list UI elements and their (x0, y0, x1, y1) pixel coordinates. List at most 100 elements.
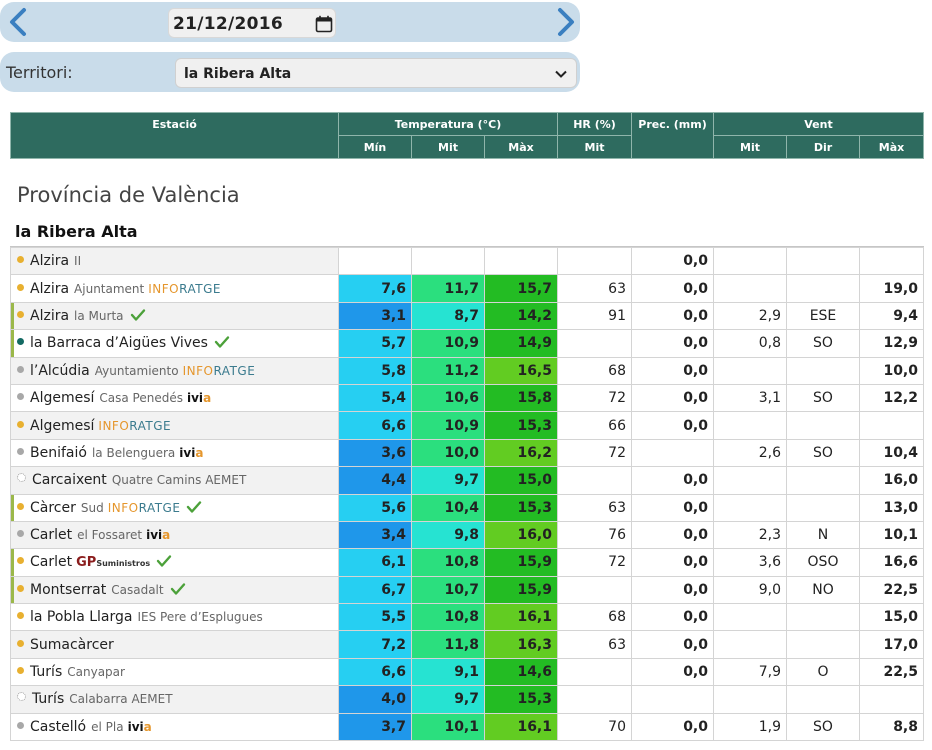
table-row[interactable]: Alzira II 0,0 (10, 246, 924, 276)
table-row[interactable]: l’Alcúdia Ayuntamiento INFORATGE 5,8 11,2 16,… (10, 356, 924, 385)
wind-mean-cell: 2,6 (713, 438, 787, 468)
station-name: Turís (30, 664, 63, 681)
table-row[interactable]: Sumacàrcer 7,2 11,8 16,3 63 0,0 17,0 (10, 630, 924, 659)
station-name: Montserrat (30, 581, 107, 598)
temp-mit-cell: 10,1 (411, 712, 485, 742)
date-value: 21/12/2016 (173, 14, 284, 34)
gp-logo-part1: GP (76, 555, 97, 571)
temp-max-cell: 14,6 (484, 657, 558, 687)
temp-max-cell: 15,9 (484, 548, 558, 577)
temp-min-cell: 5,7 (338, 329, 412, 358)
precipitation-cell: 0,0 (631, 712, 714, 742)
wind-max-cell: 15,0 (859, 603, 924, 632)
station-cell[interactable]: Alzira Ajuntament INFORATGE (10, 274, 339, 303)
station-location: Casadalt (111, 582, 164, 597)
temp-min-cell: 6,7 (338, 575, 412, 605)
previous-day-arrow-icon[interactable] (4, 6, 32, 38)
wind-mean-cell (713, 274, 787, 303)
station-cell[interactable]: Carlet el Fossaret ivia (10, 520, 339, 550)
station-name: la Barraca d’Aigües Vives (30, 335, 208, 352)
table-row[interactable]: Algemesí Casa Penedés ivia 5,4 10,6 15,8 72 0,0… (10, 383, 924, 413)
wind-max-cell: 16,0 (859, 466, 924, 495)
wind-max-cell: 12,9 (859, 329, 924, 358)
table-row[interactable]: Turís Canyapar 6,6 9,1 14,6 0,0 7,9 O 22,5 (10, 657, 924, 687)
station-cell[interactable]: Algemesí Casa Penedés ivia (10, 383, 339, 413)
station-name: Alzira (30, 307, 70, 324)
station-cell[interactable]: Montserrat Casadalt (10, 575, 339, 605)
wind-mean-cell: 2,3 (713, 520, 787, 550)
table-row[interactable]: Turís Calabarra AEMET 4,0 9,7 15,3 (10, 685, 924, 714)
temp-mit-cell: 9,7 (411, 466, 485, 495)
table-row[interactable]: Benifaió la Belenguera ivia 3,6 10,0 16,2 72 2,… (10, 438, 924, 468)
humidity-cell (557, 466, 632, 495)
wind-mean-cell: 3,1 (713, 383, 787, 413)
station-cell[interactable]: Alzira II (10, 246, 339, 276)
station-cell[interactable]: Carcaixent Quatre Camins AEMET (10, 466, 339, 495)
wind-dir-cell: NO (786, 575, 860, 605)
table-row[interactable]: Algemesí INFORATGE 6,6 10,9 15,3 66 0,0 (10, 411, 924, 440)
ivia-logo-part1: ivi (187, 391, 204, 406)
wind-mean-cell (713, 603, 787, 632)
table-row[interactable]: Carlet el Fossaret ivia 3,4 9,8 16,0 76 0,0 2,3 N… (10, 520, 924, 550)
station-cell[interactable]: Benifaió la Belenguera ivia (10, 438, 339, 468)
chevron-down-icon (555, 70, 567, 78)
station-location: IES Pere d’Esplugues (137, 610, 263, 625)
temp-min-cell: 6,1 (338, 548, 412, 577)
wind-mean-cell (713, 356, 787, 385)
table-row[interactable]: Alzira la Murta 3,1 8,7 14,2 91 0,0 2,9 ESE 9,4 (10, 301, 924, 331)
next-day-arrow-icon[interactable] (552, 6, 580, 38)
calendar-icon[interactable] (315, 15, 333, 33)
wind-max-cell: 9,4 (859, 301, 924, 331)
territory-select[interactable]: la Ribera Alta (175, 58, 577, 88)
precipitation-cell: 0,0 (631, 520, 714, 550)
station-cell[interactable]: Càrcer Sud INFORATGE (10, 493, 339, 522)
wind-dir-cell: ESE (786, 301, 860, 331)
table-row[interactable]: Càrcer Sud INFORATGE 5,6 10,4 15,3 63 0,0 13,0 (10, 493, 924, 522)
table-row[interactable]: Alzira Ajuntament INFORATGE 7,6 11,7 15,7 63 0,… (10, 274, 924, 303)
temp-min-cell (338, 246, 412, 276)
station-cell[interactable]: la Pobla Llarga IES Pere d’Esplugues (10, 603, 339, 632)
inforatge-logo-part2: RATGE (179, 281, 221, 296)
humidity-cell: 72 (557, 438, 632, 468)
wind-dir-cell: N (786, 520, 860, 550)
temp-max-cell: 15,9 (484, 575, 558, 605)
wind-dir-cell: O (786, 657, 860, 687)
inforatge-logo: INFORATGE (108, 501, 181, 515)
station-name: Alzira (30, 253, 70, 270)
station-cell[interactable]: Carlet GPSuministros (10, 548, 339, 577)
temp-mit-cell: 10,8 (411, 603, 485, 632)
station-cell[interactable]: Sumacàrcer (10, 630, 339, 659)
temp-max-cell (484, 246, 558, 276)
station-cell[interactable]: Castelló el Pla ivia (10, 712, 339, 742)
precipitation-cell: 0,0 (631, 466, 714, 495)
date-navigation-bar: 21/12/2016 (0, 2, 580, 42)
station-cell[interactable]: Turís Canyapar (10, 657, 339, 687)
temp-min-cell: 3,6 (338, 438, 412, 468)
wind-mean-cell (713, 411, 787, 440)
humidity-cell (557, 329, 632, 358)
wind-mean-cell (713, 493, 787, 522)
wind-mean-cell (713, 466, 787, 495)
table-row[interactable]: Carlet GPSuministros 6,1 10,8 15,9 72 0,0 3,6 OS… (10, 548, 924, 577)
table-row[interactable]: la Pobla Llarga IES Pere d’Esplugues 5,5 10… (10, 603, 924, 632)
station-cell[interactable]: la Barraca d’Aigües Vives (10, 329, 339, 358)
humidity-cell (557, 657, 632, 687)
precipitation-cell: 0,0 (631, 356, 714, 385)
station-cell[interactable]: l’Alcúdia Ayuntamiento INFORATGE (10, 356, 339, 385)
wind-dir-cell: SO (786, 438, 860, 468)
table-row[interactable]: Castelló el Pla ivia 3,7 10,1 16,1 70 0,0 1,9 SO 8… (10, 712, 924, 742)
wind-max-cell: 10,1 (859, 520, 924, 550)
station-cell[interactable]: Algemesí INFORATGE (10, 411, 339, 440)
table-row[interactable]: la Barraca d’Aigües Vives 5,7 10,9 14,9 0,0 0… (10, 329, 924, 358)
station-location: Canyapar (67, 665, 125, 680)
station-cell[interactable]: Alzira la Murta (10, 301, 339, 331)
ivia-logo: ivia (146, 528, 170, 542)
table-row[interactable]: Carcaixent Quatre Camins AEMET 4,4 9,7 15,0 0… (10, 466, 924, 495)
date-input[interactable]: 21/12/2016 (168, 8, 336, 38)
station-cell[interactable]: Turís Calabarra AEMET (10, 685, 339, 714)
station-location: Ayuntamiento (94, 363, 179, 378)
gp-logo-part2: Suministros (96, 559, 151, 569)
header-precipitation: Prec. (mm) (631, 112, 714, 159)
table-row[interactable]: Montserrat Casadalt 6,7 10,7 15,9 0,0 9,0 NO 22,… (10, 575, 924, 605)
humidity-cell: 63 (557, 274, 632, 303)
